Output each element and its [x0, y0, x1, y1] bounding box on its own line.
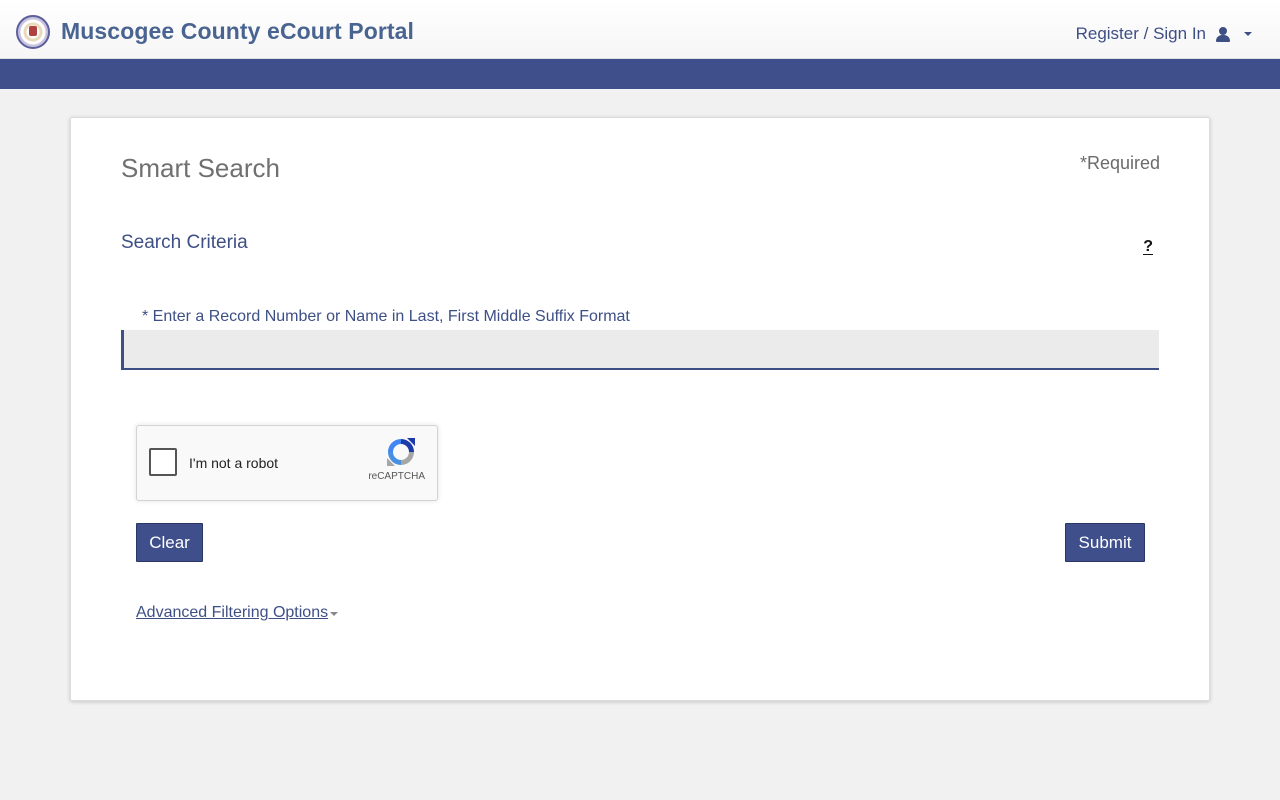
search-criteria-heading: Search Criteria	[121, 232, 248, 253]
page-title: Smart Search	[121, 153, 280, 183]
account-menu-label[interactable]: Register / Sign In	[1076, 24, 1206, 44]
county-seal-logo[interactable]	[16, 15, 50, 49]
advanced-filtering-label[interactable]: Advanced Filtering Options	[136, 604, 328, 622]
recaptcha-checkbox[interactable]	[149, 448, 177, 476]
required-note: *Required	[1079, 153, 1160, 173]
question-mark-icon[interactable]: ?	[1143, 239, 1153, 255]
clear-button[interactable]: Clear	[136, 523, 203, 562]
chevron-down-icon[interactable]	[1244, 32, 1252, 36]
recaptcha-brand: reCAPTCHA	[368, 471, 425, 482]
smart-search-card: Smart Search *Required Search Criteria ?…	[70, 117, 1210, 701]
navigation-band	[0, 59, 1280, 89]
portal-title[interactable]: Muscogee County eCourt Portal	[61, 18, 414, 45]
recaptcha-widget: I'm not a robot reCAPTCHA	[136, 425, 438, 501]
advanced-filtering-link[interactable]: Advanced Filtering Options	[136, 604, 339, 622]
user-icon	[1216, 26, 1230, 42]
search-input[interactable]	[121, 330, 1159, 370]
account-menu[interactable]: Register / Sign In	[1076, 24, 1252, 44]
recaptcha-icon	[387, 438, 415, 466]
recaptcha-label: I'm not a robot	[189, 455, 279, 471]
chevron-down-icon	[330, 612, 339, 616]
top-header: Muscogee County eCourt Portal Register /…	[0, 0, 1280, 59]
search-field-label: * Enter a Record Number or Name in Last,…	[142, 308, 630, 325]
submit-button[interactable]: Submit	[1065, 523, 1145, 562]
